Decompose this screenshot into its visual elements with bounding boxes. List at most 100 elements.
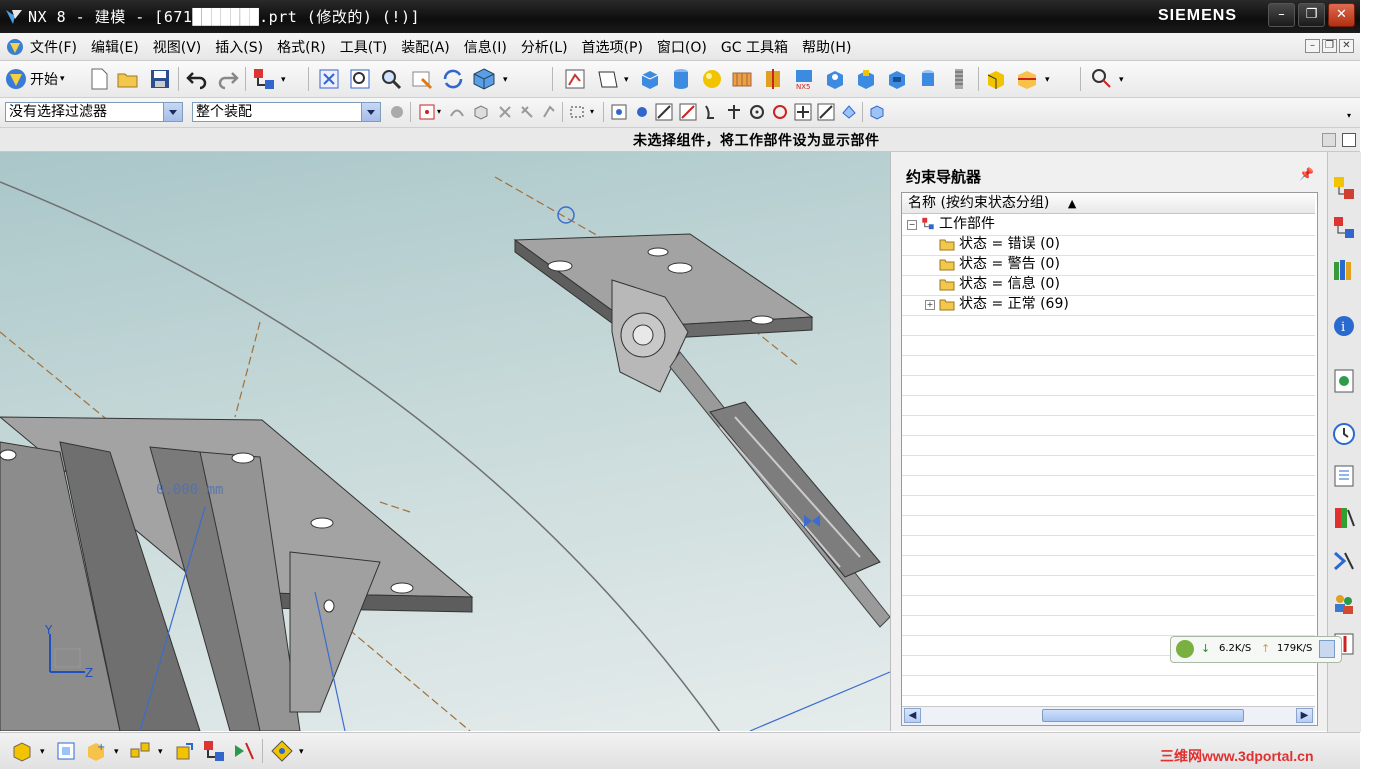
- toolbar-overflow-icon[interactable]: ▾: [1347, 111, 1351, 120]
- menu-gc-toolbox[interactable]: GC 工具箱: [721, 37, 788, 57]
- snap-endpoint-icon[interactable]: [610, 103, 628, 121]
- add-component-icon[interactable]: [10, 739, 34, 763]
- measure-distance-icon[interactable]: [1090, 67, 1114, 91]
- rectangle-select-icon[interactable]: [568, 103, 586, 121]
- show-hide-constraints-icon[interactable]: [232, 739, 256, 763]
- tree-node-status-warning[interactable]: 状态 = 警告 (0): [902, 255, 1315, 276]
- boss-icon[interactable]: [854, 67, 878, 91]
- constraint-navigator-icon[interactable]: [1331, 214, 1357, 242]
- select-body-icon[interactable]: [496, 103, 514, 121]
- snap-bounded-grid-icon[interactable]: [840, 103, 858, 121]
- expand-icon[interactable]: +: [925, 300, 935, 310]
- snap-midpoint-icon[interactable]: [633, 103, 651, 121]
- graphics-viewport[interactable]: 0.000 mm Y Z: [0, 152, 890, 731]
- move-component-icon[interactable]: [172, 739, 196, 763]
- nx5-feature-icon[interactable]: NX5: [792, 67, 816, 91]
- shaded-view-icon[interactable]: [472, 67, 496, 91]
- collapse-icon[interactable]: −: [907, 220, 917, 230]
- pocket-icon[interactable]: [885, 67, 909, 91]
- menu-tools[interactable]: 工具(T): [340, 37, 387, 57]
- thread-icon[interactable]: [947, 67, 971, 91]
- snap-point-icon[interactable]: [418, 103, 436, 121]
- extrude-icon[interactable]: [730, 67, 754, 91]
- block-icon[interactable]: [638, 67, 662, 91]
- selection-priority-icon[interactable]: [868, 103, 886, 121]
- restore-button[interactable]: ❐: [1298, 3, 1325, 27]
- pin-icon[interactable]: 📌: [1299, 167, 1314, 181]
- scroll-thumb[interactable]: [1042, 709, 1244, 722]
- menu-view[interactable]: 视图(V): [153, 37, 202, 57]
- menu-analysis[interactable]: 分析(L): [521, 37, 568, 57]
- snap-control-point-icon[interactable]: [679, 103, 697, 121]
- type-filter-select[interactable]: 没有选择过滤器: [5, 102, 183, 122]
- snap-curve-icon[interactable]: [702, 103, 720, 121]
- zoom-icon[interactable]: [379, 67, 403, 91]
- select-feature-icon[interactable]: [540, 103, 558, 121]
- tree-node-status-info[interactable]: 状态 = 信息 (0): [902, 275, 1315, 296]
- assembly-navigator-icon[interactable]: [1331, 174, 1357, 202]
- status-toggle-icon[interactable]: [1322, 133, 1336, 147]
- process-studio-icon[interactable]: [1331, 547, 1357, 575]
- revolve-icon[interactable]: [761, 67, 785, 91]
- scroll-left-icon[interactable]: ◀: [904, 708, 921, 723]
- snap-intersection-icon[interactable]: [725, 103, 743, 121]
- filter-reset-icon[interactable]: [388, 103, 406, 121]
- nx-menu-icon[interactable]: [6, 38, 24, 56]
- snap-point-on-surface-icon[interactable]: [817, 103, 835, 121]
- select-edge-icon[interactable]: [518, 103, 536, 121]
- fit-view-icon[interactable]: [317, 67, 341, 91]
- network-speed-monitor[interactable]: ↓ 6.2K/S ↑ 179K/S: [1170, 636, 1342, 663]
- selection-scope-select[interactable]: 整个装配: [192, 102, 381, 122]
- info-icon[interactable]: i: [1331, 312, 1357, 340]
- assembly-constraints-icon[interactable]: [202, 739, 226, 763]
- snap-point-on-curve-icon[interactable]: [794, 103, 812, 121]
- exploded-view-icon[interactable]: [270, 739, 294, 763]
- sketch-icon[interactable]: [563, 67, 587, 91]
- column-header[interactable]: 名称 (按约束状态分组) ▲: [902, 193, 1315, 214]
- menu-preferences[interactable]: 首选项(P): [582, 37, 643, 57]
- close-button[interactable]: ✕: [1328, 3, 1355, 27]
- web-browser-icon[interactable]: [1331, 462, 1357, 490]
- doc-close-button[interactable]: ✕: [1339, 39, 1354, 53]
- new-component-icon[interactable]: [54, 739, 78, 763]
- open-folder-icon[interactable]: [116, 67, 140, 91]
- zoom-window-icon[interactable]: [348, 67, 372, 91]
- minimize-button[interactable]: –: [1268, 3, 1295, 27]
- hole-icon[interactable]: [823, 67, 847, 91]
- cylinder-icon[interactable]: [669, 67, 693, 91]
- menu-edit[interactable]: 编辑(E): [91, 37, 139, 57]
- sphere-icon[interactable]: [700, 67, 724, 91]
- undo-icon[interactable]: [185, 67, 209, 91]
- assembly-constraint-icon[interactable]: [252, 67, 276, 91]
- redo-icon[interactable]: [216, 67, 240, 91]
- pad-icon[interactable]: [916, 67, 940, 91]
- scroll-right-icon[interactable]: ▶: [1296, 708, 1313, 723]
- pan-icon[interactable]: [410, 67, 434, 91]
- doc-restore-button[interactable]: ❐: [1322, 39, 1337, 53]
- menu-info[interactable]: 信息(I): [464, 37, 507, 57]
- tree-node-status-error[interactable]: 状态 = 错误 (0): [902, 235, 1315, 256]
- tree-node-status-normal[interactable]: + 状态 = 正常 (69): [902, 295, 1315, 316]
- history-icon[interactable]: [1331, 420, 1357, 448]
- menu-window[interactable]: 窗口(O): [657, 37, 707, 57]
- unite-icon[interactable]: [984, 67, 1008, 91]
- horizontal-scrollbar[interactable]: ◀ ▶: [902, 706, 1315, 725]
- component-array-icon[interactable]: [128, 739, 152, 763]
- create-new-parent-icon[interactable]: +: [84, 739, 108, 763]
- snap-arc-center-icon[interactable]: [748, 103, 766, 121]
- follow-curve-icon[interactable]: [448, 103, 466, 121]
- select-face-icon[interactable]: [472, 103, 490, 121]
- doc-minimize-button[interactable]: –: [1305, 39, 1320, 53]
- reuse-library-icon[interactable]: [1331, 367, 1357, 395]
- palette-icon[interactable]: [1331, 504, 1357, 532]
- menu-insert[interactable]: 插入(S): [215, 37, 263, 57]
- roles-icon[interactable]: [1331, 589, 1357, 617]
- snap-quadrant-icon[interactable]: [771, 103, 789, 121]
- snap-line-icon[interactable]: [655, 103, 673, 121]
- tree-node-work-part[interactable]: − 工作部件: [902, 215, 1315, 236]
- rotate-icon[interactable]: [441, 67, 465, 91]
- save-icon[interactable]: [148, 67, 172, 91]
- menu-format[interactable]: 格式(R): [277, 37, 326, 57]
- menu-assembly[interactable]: 装配(A): [401, 37, 450, 57]
- trim-body-icon[interactable]: [1015, 67, 1039, 91]
